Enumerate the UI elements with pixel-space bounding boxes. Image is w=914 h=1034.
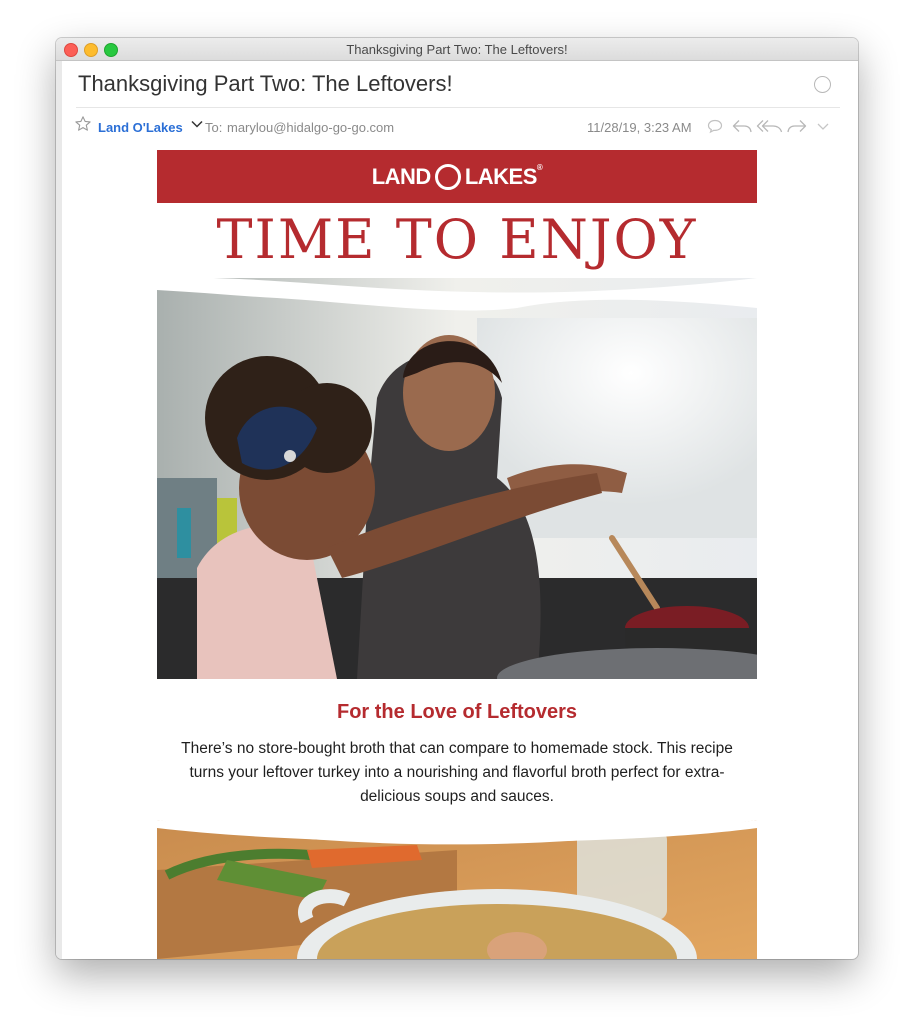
star-icon[interactable] (74, 115, 92, 136)
brand-banner[interactable]: LAND LAKES® (157, 150, 757, 203)
speech-bubble-icon[interactable] (706, 117, 724, 138)
email-body: LAND LAKES® TIME TO ENJOY For the Love o… (157, 150, 757, 959)
hero-image-cooking[interactable] (157, 278, 757, 679)
read-status-toggle[interactable] (814, 76, 831, 93)
recipient-address[interactable]: marylou@hidalgo-go-go.com (227, 120, 394, 135)
message-date: 11/28/19, 3:23 AM (587, 120, 692, 135)
to-label: To: (205, 120, 223, 135)
sender-name[interactable]: Land O'Lakes (98, 120, 183, 135)
headline: TIME TO ENJOY (216, 208, 698, 271)
reply-all-icon[interactable] (756, 117, 784, 138)
more-chevron-icon[interactable] (816, 117, 830, 138)
message-subject: Thanksgiving Part Two: The Leftovers! (78, 71, 453, 96)
mail-window: Thanksgiving Part Two: The Leftovers! Th… (56, 38, 858, 959)
reply-icon[interactable] (731, 117, 753, 138)
header-divider (76, 107, 840, 108)
title-bar[interactable]: Thanksgiving Part Two: The Leftovers! (56, 38, 858, 61)
window-left-edge (56, 61, 62, 959)
section-body: There’s no store-bought broth that can c… (181, 740, 733, 805)
chevron-down-icon[interactable] (190, 117, 204, 134)
food-image-broth[interactable] (157, 820, 757, 959)
window-title: Thanksgiving Part Two: The Leftovers! (346, 42, 568, 57)
section-title: For the Love of Leftovers (336, 701, 578, 723)
message-header: Land O'Lakes To: marylou@hidalgo-go-go.c… (56, 115, 858, 138)
forward-icon[interactable] (786, 117, 808, 138)
land-o-lakes-logo[interactable]: LAND LAKES® (157, 163, 757, 191)
